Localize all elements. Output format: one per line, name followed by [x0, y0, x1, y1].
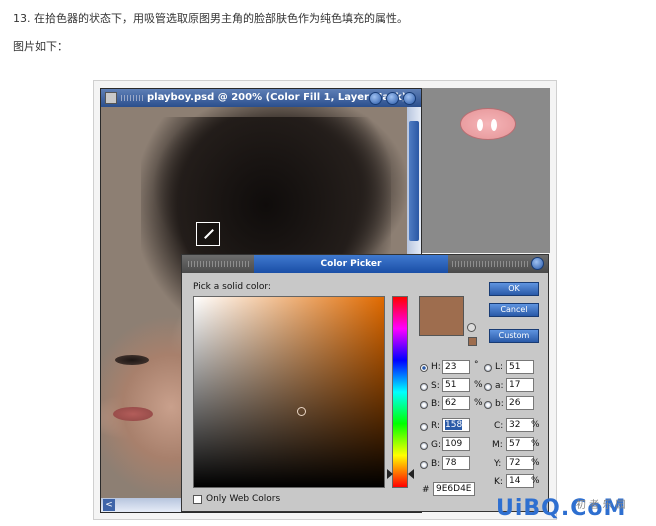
radio-l[interactable]: [484, 364, 492, 372]
minimize-button[interactable]: [369, 92, 382, 105]
close-button[interactable]: [403, 92, 416, 105]
l-input[interactable]: 51: [506, 360, 534, 374]
k-input[interactable]: 14: [506, 474, 534, 488]
gamut-warning-icon[interactable]: [467, 323, 476, 332]
color-picker-title: Color Picker: [254, 255, 448, 273]
intro-line-1: 13. 在拾色器的状态下，用吸管选取原图男主角的脸部肤色作为纯色填充的属性。: [13, 12, 408, 25]
h-label: H:: [431, 362, 441, 372]
lab-b-input[interactable]: 26: [506, 396, 534, 410]
c-label: C:: [494, 421, 504, 431]
y-label: Y:: [494, 459, 502, 469]
close-icon[interactable]: [531, 257, 544, 270]
m-unit: %: [531, 439, 540, 449]
radio-r[interactable]: [420, 423, 428, 431]
grip-icon: [188, 261, 250, 267]
radio-blue[interactable]: [420, 461, 428, 469]
pick-color-label: Pick a solid color:: [193, 282, 271, 292]
k-unit: %: [531, 476, 540, 486]
m-input[interactable]: 57: [506, 437, 534, 451]
watermark-subtext: 初 者 乐 园: [576, 500, 626, 511]
saturation-brightness-field[interactable]: [193, 296, 385, 488]
eye-region: [115, 355, 149, 365]
r-input[interactable]: 158: [442, 418, 470, 432]
radio-g[interactable]: [420, 442, 428, 450]
custom-button[interactable]: Custom: [489, 329, 539, 343]
r-value: 158: [445, 420, 463, 430]
g-label: G:: [431, 440, 442, 450]
psd-title-bar[interactable]: playboy.psd @ 200% (Color Fill 1, Layer …: [101, 89, 421, 107]
hue-slider[interactable]: [392, 296, 408, 488]
only-web-colors-checkbox[interactable]: [193, 495, 202, 504]
scroll-left-icon[interactable]: <: [103, 499, 115, 511]
hex-input[interactable]: 9E6D4E: [433, 482, 475, 496]
h-unit: °: [474, 360, 479, 370]
web-safe-swatch[interactable]: [468, 337, 477, 346]
eyedropper-cursor-icon: [196, 222, 220, 246]
maximize-button[interactable]: [386, 92, 399, 105]
grip-icon: [121, 95, 143, 101]
color-picker-dialog: Color Picker Pick a solid color: OK Canc…: [181, 254, 549, 512]
b-unit: %: [474, 398, 483, 408]
s-unit: %: [474, 380, 483, 390]
s-input[interactable]: 51: [442, 378, 470, 392]
c-unit: %: [531, 420, 540, 430]
l-label: L:: [495, 362, 504, 372]
y-unit: %: [531, 458, 540, 468]
color-marker[interactable]: [297, 407, 306, 416]
k-label: K:: [494, 477, 503, 487]
s-label: S:: [431, 381, 440, 391]
a-label: a:: [495, 381, 504, 391]
blue-input[interactable]: 78: [442, 456, 470, 470]
b-input[interactable]: 62: [442, 396, 470, 410]
lab-b-label: b:: [495, 399, 504, 409]
hue-slider-left-arrow[interactable]: [387, 469, 393, 479]
c-input[interactable]: 32: [506, 418, 534, 432]
blue-label: B:: [431, 459, 441, 469]
y-input[interactable]: 72: [506, 456, 534, 470]
hex-label: #: [422, 485, 430, 495]
lips-region: [113, 407, 153, 421]
radio-h[interactable]: [420, 364, 428, 372]
a-input[interactable]: 17: [506, 378, 534, 392]
radio-s[interactable]: [420, 383, 428, 391]
radio-b[interactable]: [420, 401, 428, 409]
ok-button[interactable]: OK: [489, 282, 539, 296]
b-label: B:: [431, 399, 441, 409]
radio-lab-b[interactable]: [484, 401, 492, 409]
psd-title-text: playboy.psd @ 200% (Color Fill 1, Layer …: [147, 92, 407, 103]
g-input[interactable]: 109: [442, 437, 470, 451]
cancel-button[interactable]: Cancel: [489, 303, 539, 317]
current-color-swatch: [419, 296, 464, 336]
only-web-colors-label: Only Web Colors: [206, 494, 281, 504]
scroll-thumb[interactable]: [409, 121, 419, 241]
document-icon: [105, 92, 117, 104]
hue-slider-right-arrow[interactable]: [408, 469, 414, 479]
h-input[interactable]: 23: [442, 360, 470, 374]
radio-a[interactable]: [484, 383, 492, 391]
m-label: M:: [492, 440, 503, 450]
grip-icon: [452, 261, 528, 267]
color-picker-title-bar[interactable]: Color Picker: [182, 255, 548, 273]
intro-line-2: 图片如下：: [13, 40, 68, 53]
r-label: R:: [431, 421, 441, 431]
pig-nose-icon: [460, 108, 516, 140]
